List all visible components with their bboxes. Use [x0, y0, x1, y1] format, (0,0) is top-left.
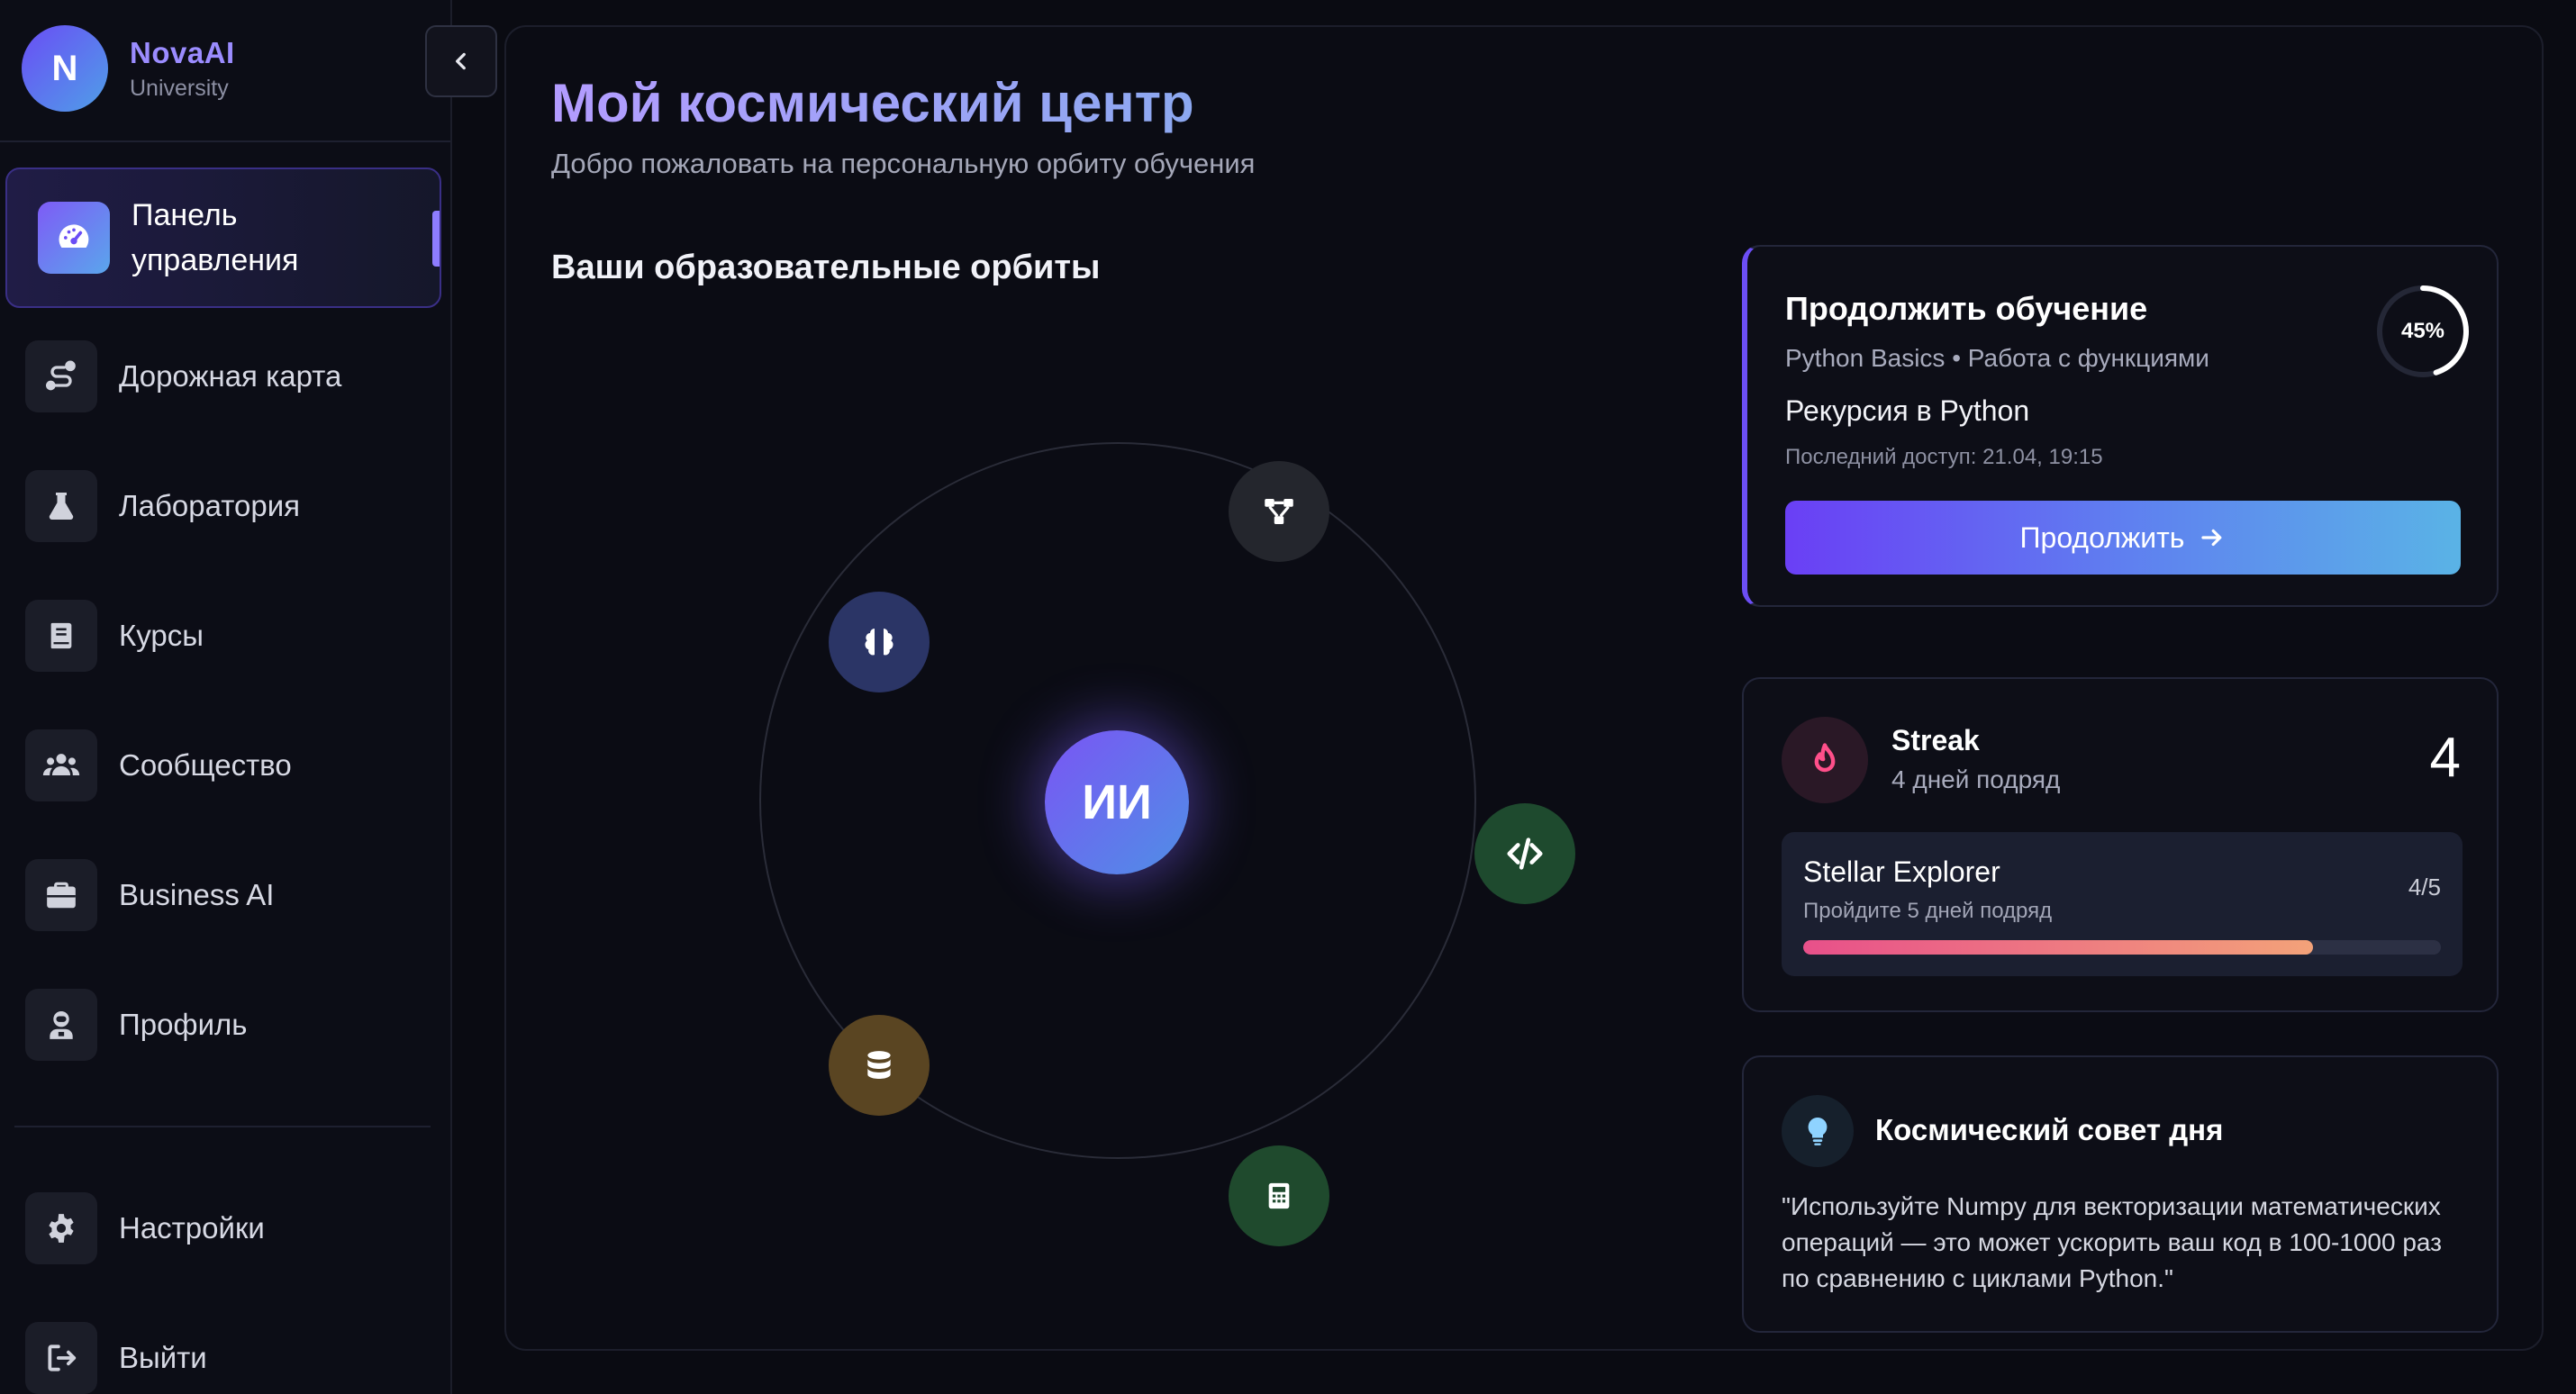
sidebar-collapse-button[interactable]	[425, 25, 497, 97]
sidebar-item-label: Сообщество	[119, 748, 292, 782]
brand-subtitle: University	[130, 76, 229, 101]
achievement-box: Stellar Explorer Пройдите 5 дней подряд …	[1782, 832, 2463, 976]
progress-percent: 45%	[2400, 319, 2445, 343]
sidebar-item-logout[interactable]: Выйти	[25, 1299, 440, 1394]
flask-icon	[25, 470, 97, 542]
page-subtitle: Добро пожаловать на персональную орбиту …	[551, 148, 1256, 179]
sidebar-item-lab[interactable]: Лаборатория	[25, 448, 440, 565]
gauge-icon	[38, 202, 110, 274]
planet-code[interactable]	[1474, 803, 1575, 904]
streak-title: Streak	[1891, 724, 1980, 756]
tip-of-day-card: Космический совет дня "Используйте Numpy…	[1742, 1055, 2499, 1333]
sidebar-divider	[14, 1126, 431, 1127]
user-astronaut-icon	[25, 989, 97, 1061]
sidebar-item-label: Курсы	[119, 619, 204, 652]
continue-learning-card: Продолжить обучение Python Basics • Рабо…	[1742, 245, 2499, 607]
network-icon	[1265, 499, 1293, 524]
book-icon	[25, 600, 97, 672]
users-icon	[25, 729, 97, 801]
brain-icon	[865, 629, 893, 656]
code-icon	[1507, 837, 1543, 870]
brand-name: NovaAI	[130, 36, 235, 69]
achievement-count: 4/5	[2408, 874, 2441, 901]
sidebar-item-business-ai[interactable]: Business AI	[25, 837, 440, 954]
continue-button[interactable]: Продолжить	[1785, 501, 2461, 575]
achievement-progress-fill	[1803, 940, 2314, 955]
sidebar-item-label: Лаборатория	[119, 489, 300, 522]
streak-count: 4	[2429, 727, 2461, 789]
sidebar-item-profile[interactable]: Профиль	[25, 966, 440, 1083]
calculator-icon	[1268, 1182, 1290, 1209]
achievement-progress-bar	[1803, 940, 2441, 955]
sidebar-item-label: Панель управления	[132, 198, 299, 277]
sidebar-item-label: Business AI	[119, 878, 275, 911]
tip-text: "Используйте Numpy для векторизации мате…	[1782, 1192, 2443, 1292]
sidebar-item-dashboard[interactable]: Панель управления	[5, 167, 441, 308]
continue-button-label: Продолжить	[2019, 520, 2185, 554]
briefcase-icon	[25, 859, 97, 931]
gear-icon	[25, 1192, 97, 1264]
arrow-right-icon	[2201, 529, 2222, 547]
main-panel: Мой космический центр Добро пожаловать н…	[504, 25, 2544, 1351]
sidebar-item-roadmap[interactable]: Дорожная карта	[25, 318, 440, 435]
ai-core[interactable]: ИИ	[1045, 730, 1189, 874]
sidebar-item-label: Дорожная карта	[119, 359, 342, 393]
streak-card: Streak 4 дней подряд 4 Stellar Explorer …	[1742, 677, 2499, 1012]
brand-avatar: N	[22, 25, 108, 112]
tip-title: Космический совет дня	[1875, 1113, 2224, 1146]
achievement-subtitle: Пройдите 5 дней подряд	[1803, 899, 2053, 923]
lightbulb-icon	[1782, 1095, 1854, 1167]
continue-title: Продолжить обучение	[1785, 290, 2148, 327]
database-icon	[867, 1051, 891, 1080]
sidebar-item-label: Профиль	[119, 1008, 248, 1041]
planet-calculator[interactable]	[1229, 1145, 1329, 1246]
sidebar: N NovaAI University Панель управления До…	[0, 0, 452, 1394]
fire-icon	[1782, 717, 1868, 803]
sidebar-item-courses[interactable]: Курсы	[25, 577, 440, 694]
sidebar-item-community[interactable]: Сообщество	[25, 707, 440, 824]
brand-header: N NovaAI University	[0, 0, 450, 142]
planet-brain[interactable]	[829, 592, 930, 692]
planet-network[interactable]	[1229, 461, 1329, 562]
streak-subtitle: 4 дней подряд	[1891, 765, 2061, 793]
last-access: Последний доступ: 21.04, 19:15	[1785, 445, 2103, 469]
planet-database[interactable]	[829, 1015, 930, 1116]
sidebar-item-label: Выйти	[119, 1341, 207, 1374]
chevron-left-icon	[456, 52, 466, 70]
lesson-title: Рекурсия в Python	[1785, 394, 2030, 427]
sidebar-item-settings[interactable]: Настройки	[25, 1170, 440, 1287]
course-path: Python Basics • Работа с функциями	[1785, 344, 2209, 372]
orbits-title: Ваши образовательные орбиты	[551, 249, 1101, 286]
page-title: Мой космический центр	[551, 73, 1194, 133]
logout-icon	[25, 1322, 97, 1394]
sidebar-item-label: Настройки	[119, 1211, 265, 1245]
achievement-title: Stellar Explorer	[1803, 855, 2000, 888]
route-icon	[25, 340, 97, 412]
